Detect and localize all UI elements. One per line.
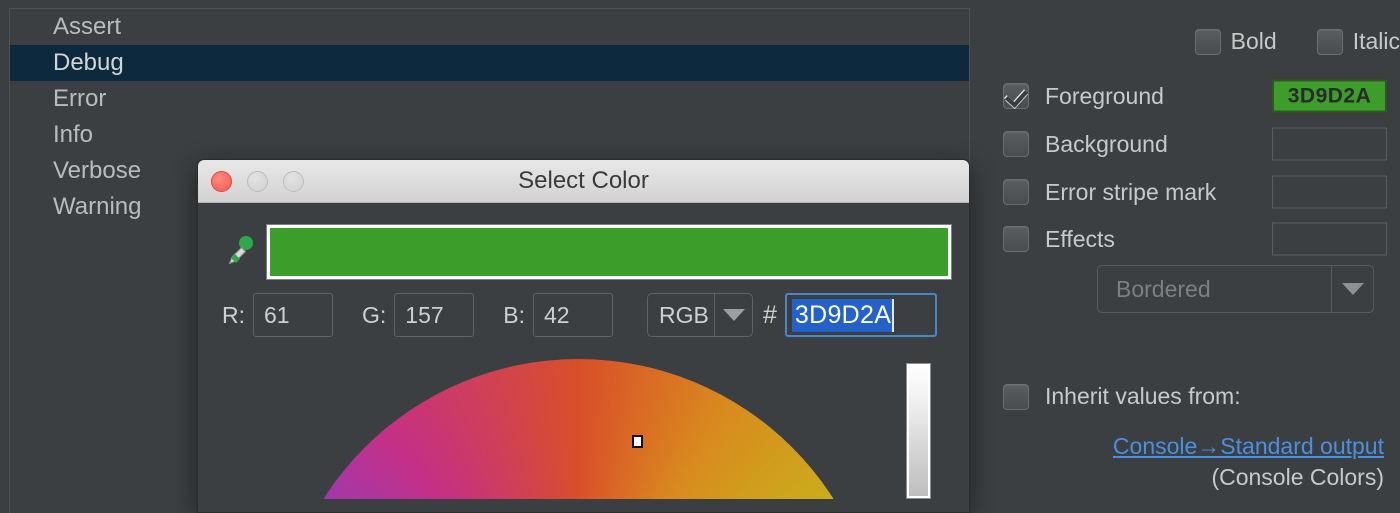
list-item-label: Debug bbox=[53, 49, 124, 76]
foreground-color-swatch[interactable]: 3D9D2A bbox=[1272, 79, 1387, 113]
hex-input[interactable]: 3D9D2A bbox=[784, 293, 937, 337]
color-model-value: RGB bbox=[659, 301, 709, 328]
italic-label: Italic bbox=[1352, 28, 1400, 54]
inherit-values-row: Inherit values from: bbox=[1003, 383, 1241, 410]
color-wheel-marker[interactable] bbox=[632, 435, 643, 448]
effects-label: Effects bbox=[1045, 225, 1115, 252]
background-label: Background bbox=[1045, 130, 1168, 157]
italic-checkbox[interactable] bbox=[1316, 28, 1343, 55]
bold-checkbox[interactable] bbox=[1194, 28, 1221, 55]
color-preview-swatch[interactable] bbox=[266, 224, 952, 280]
inherit-source: Console→Standard output (Console Colors) bbox=[995, 433, 1392, 491]
effect-type-value: Bordered bbox=[1116, 275, 1211, 302]
color-scheme-settings-screen: Assert Debug Error Info Verbose Warning … bbox=[0, 0, 1400, 513]
foreground-label: Foreground bbox=[1045, 82, 1164, 109]
list-item-debug[interactable]: Debug bbox=[10, 45, 969, 81]
chevron-down-icon[interactable] bbox=[714, 294, 752, 336]
effects-color-swatch[interactable] bbox=[1272, 222, 1387, 256]
blue-input[interactable]: 42 bbox=[533, 293, 614, 337]
green-value: 157 bbox=[405, 301, 444, 328]
list-item-label: Error bbox=[53, 85, 107, 112]
list-item-info[interactable]: Info bbox=[10, 117, 969, 153]
color-preview-row bbox=[198, 203, 969, 280]
green-input[interactable]: 157 bbox=[394, 293, 475, 337]
error-stripe-checkbox[interactable] bbox=[1003, 179, 1029, 205]
list-item-label: Verbose bbox=[53, 157, 142, 184]
brightness-slider[interactable] bbox=[906, 363, 931, 499]
blue-value: 42 bbox=[544, 301, 570, 328]
green-label: G: bbox=[362, 301, 387, 328]
dialog-titlebar[interactable]: Select Color bbox=[198, 160, 969, 203]
inherit-source-scheme: (Console Colors) bbox=[1211, 464, 1384, 490]
hash-label: # bbox=[763, 300, 777, 329]
error-stripe-label: Error stripe mark bbox=[1045, 178, 1217, 205]
error-stripe-color-swatch[interactable] bbox=[1272, 175, 1387, 209]
inherit-values-label: Inherit values from: bbox=[1045, 383, 1241, 409]
list-item-label: Warning bbox=[53, 193, 142, 220]
red-value: 61 bbox=[264, 301, 290, 328]
font-style-row: Bold Italic bbox=[995, 28, 1400, 55]
chevron-down-icon[interactable] bbox=[1331, 266, 1373, 312]
list-item-error[interactable]: Error bbox=[10, 81, 969, 117]
background-checkbox[interactable] bbox=[1003, 131, 1029, 157]
error-stripe-row: Error stripe mark bbox=[1003, 175, 1400, 209]
foreground-checkbox[interactable] bbox=[1003, 83, 1029, 109]
attributes-panel: Bold Italic Foreground 3D9D2A Background… bbox=[995, 0, 1400, 513]
list-item-label: Info bbox=[53, 121, 94, 148]
red-label: R: bbox=[222, 301, 245, 328]
blue-label: B: bbox=[503, 301, 526, 328]
color-wheel-area[interactable] bbox=[198, 351, 969, 499]
bold-label: Bold bbox=[1230, 28, 1277, 54]
red-input[interactable]: 61 bbox=[253, 293, 333, 337]
foreground-color-value: 3D9D2A bbox=[1287, 84, 1372, 107]
effects-checkbox[interactable] bbox=[1003, 226, 1029, 252]
eyedropper-icon[interactable] bbox=[222, 232, 256, 272]
list-item-assert[interactable]: Assert bbox=[10, 9, 969, 45]
inherit-values-checkbox[interactable] bbox=[1003, 383, 1029, 410]
select-color-dialog[interactable]: Select Color R: 61 G: 157 B: 42 RGB # 3D… bbox=[197, 159, 970, 513]
effect-type-dropdown[interactable]: Bordered bbox=[1097, 265, 1374, 313]
list-item-label: Assert bbox=[53, 13, 122, 40]
color-channels-row: R: 61 G: 157 B: 42 RGB # 3D9D2A bbox=[198, 279, 969, 337]
color-model-dropdown[interactable]: RGB bbox=[647, 293, 754, 337]
foreground-row: Foreground 3D9D2A bbox=[1003, 79, 1400, 113]
effects-row: Effects bbox=[1003, 222, 1400, 256]
background-color-swatch[interactable] bbox=[1272, 127, 1387, 161]
inherit-source-link[interactable]: Console→Standard output bbox=[1113, 433, 1384, 459]
background-row: Background bbox=[1003, 127, 1400, 161]
dialog-title: Select Color bbox=[518, 167, 649, 194]
hex-value: 3D9D2A bbox=[791, 298, 895, 332]
